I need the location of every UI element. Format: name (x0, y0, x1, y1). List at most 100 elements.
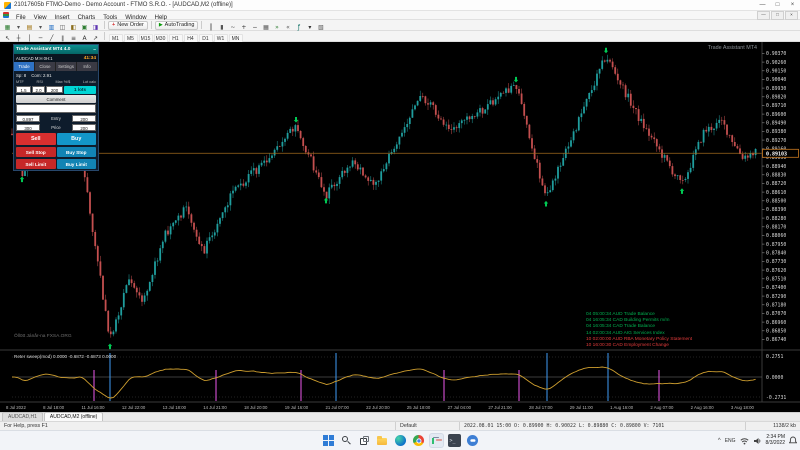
time-label: 22 Jul 20:00 (366, 405, 389, 410)
wifi-icon[interactable] (740, 432, 749, 450)
sell-limit-button[interactable]: Sell Limit (16, 159, 56, 169)
panel-tab-settings[interactable]: Settings (56, 62, 77, 71)
svg-text:0.0000: 0.0000 (766, 375, 783, 381)
status-help-text: For Help, press F1 (0, 422, 396, 430)
commission-value: Com: 2.91 (31, 73, 51, 78)
taskbar-browser-icon[interactable] (412, 435, 423, 446)
time-label: 21 Jul 07:00 (325, 405, 348, 410)
child-restore-button[interactable]: □ (771, 11, 784, 20)
svg-text:0.88830: 0.88830 (766, 173, 786, 179)
svg-text:0.90150: 0.90150 (766, 69, 786, 75)
close-button[interactable]: × (785, 0, 800, 10)
child-window-controls: — □ × (756, 11, 798, 20)
chart-tab-audcad-h1[interactable]: AUDCAD,H1 (2, 412, 43, 421)
time-label: 27 Jul 04:00 (448, 405, 471, 410)
svg-text:0.88060: 0.88060 (766, 233, 786, 239)
risk-ratio-input[interactable]: 2.0 (32, 86, 45, 93)
svg-text:0.90370: 0.90370 (766, 51, 786, 57)
spread-value: Sp: 8 (16, 73, 26, 78)
svg-text:0.88280: 0.88280 (766, 216, 786, 222)
buy-stop-button[interactable]: Buy Stop (57, 147, 97, 157)
panel-minimize-icon[interactable]: – (93, 47, 96, 53)
chart-area[interactable]: 0.903700.902600.901500.900400.899300.898… (0, 42, 800, 412)
svg-text:0.87400: 0.87400 (766, 285, 786, 291)
hidden-icons-chevron[interactable]: ^ (718, 438, 721, 444)
stop-loss-input[interactable]: 0.897 (16, 115, 40, 122)
risk-points-input[interactable]: 200 (46, 86, 63, 93)
limit-buttons-row: Sell Limit Buy Limit (14, 158, 98, 170)
risk-percent-input[interactable]: 1.5 (16, 86, 31, 93)
clock-date: 8/3/2022 (766, 441, 785, 447)
time-axis[interactable]: 8 Jul 20228 Jul 18:0011 Jul 16:0012 Jul … (0, 403, 760, 412)
svg-text:0.89930: 0.89930 (766, 86, 786, 92)
svg-text:0.87510: 0.87510 (766, 277, 786, 283)
take-profit-input[interactable]: 300 (16, 124, 40, 131)
entry-input[interactable]: 200 (72, 115, 96, 122)
news-event: 10 16:00:30 CAD Employment Change (586, 343, 692, 349)
panel-title: Trade Assistant MT4 4.0 (16, 47, 70, 52)
taskbar-chat-icon[interactable] (466, 435, 477, 446)
svg-text:0.89270: 0.89270 (766, 138, 786, 144)
sell-stop-button[interactable]: Sell Stop (16, 147, 56, 157)
time-label: 3 Aug 18:00 (731, 405, 754, 410)
taskbar-edge-icon[interactable] (394, 435, 405, 446)
taskbar-mt4-icon[interactable] (430, 434, 443, 447)
time-label: 28 Jul 17:00 (529, 405, 552, 410)
maximize-button[interactable]: □ (770, 0, 785, 10)
lot-calc-label: Lot calc (83, 80, 96, 84)
toolbar-separator (104, 32, 105, 40)
panel-risk-inputs: 1.5 2.0 200 1 lots (14, 85, 98, 94)
taskbar-explorer-icon[interactable] (376, 434, 389, 447)
svg-text:0.89710: 0.89710 (766, 103, 786, 109)
stop-buttons-row: Sell Stop Buy Stop (14, 146, 98, 158)
language-indicator[interactable]: ENG (725, 438, 736, 444)
status-quote: 2022.08.01 15:00 O: 0.89900 H: 0.90022 L… (460, 422, 746, 430)
taskbar-terminal-icon[interactable] (448, 434, 461, 447)
status-profile[interactable]: Default (396, 422, 460, 430)
panel-tab-trade[interactable]: Trade (14, 62, 35, 71)
svg-text:0.88170: 0.88170 (766, 225, 786, 231)
svg-text:0.88940: 0.88940 (766, 164, 786, 170)
time-label: 8 Jul 18:00 (43, 405, 64, 410)
minimize-button[interactable]: — (755, 0, 770, 10)
chart-tab-audcad-m2[interactable]: AUDCAD,M2 (offline) (44, 412, 103, 421)
time-label: 2 Aug 07:00 (650, 405, 673, 410)
price-input[interactable]: 200 (72, 124, 96, 131)
taskbar-search-icon[interactable] (340, 434, 353, 447)
time-label: 13 Jul 18:00 (163, 405, 186, 410)
tp-price-row: 300 Price 200 (14, 123, 98, 132)
time-label: 18 Jul 20:00 (244, 405, 267, 410)
line-studies-toolbar: ↖┼│─╱∥≡A↗ M1M5M15M30H1H4D1W1MN (0, 31, 800, 42)
sell-button[interactable]: Sell (16, 133, 56, 145)
svg-text:0.87070: 0.87070 (766, 311, 786, 317)
entry-label: Entry (41, 116, 71, 121)
mtf-label: MTF (16, 80, 24, 84)
time-label: 1 Aug 16:00 (610, 405, 633, 410)
windows-taskbar: ^ ENG 2:34 PM 8/3/2022 (0, 430, 800, 450)
buy-limit-button[interactable]: Buy Limit (57, 159, 97, 169)
svg-text:0.90040: 0.90040 (766, 77, 786, 83)
taskbar-start-icon[interactable] (322, 434, 335, 447)
time-label: 2 Aug 16:00 (691, 405, 714, 410)
notifications-bell-icon[interactable] (789, 432, 797, 450)
comment-button[interactable]: Comment (16, 95, 96, 103)
svg-text:0.89380: 0.89380 (766, 129, 786, 135)
panel-tab-info[interactable]: Info (77, 62, 98, 71)
buy-button[interactable]: Buy (57, 133, 97, 145)
child-close-button[interactable]: × (785, 11, 798, 20)
volume-icon[interactable] (753, 432, 762, 450)
panel-header[interactable]: Trade Assistant MT4 4.0 – (14, 45, 98, 54)
panel-tab-close[interactable]: Close (35, 62, 56, 71)
taskbar-taskview-icon[interactable] (358, 434, 371, 447)
svg-text:0.89820: 0.89820 (766, 95, 786, 101)
comment-input[interactable] (16, 104, 96, 113)
svg-text:0.88390: 0.88390 (766, 207, 786, 213)
time-label: 12 Jul 22:00 (122, 405, 145, 410)
svg-text:0.86740: 0.86740 (766, 337, 786, 343)
svg-text:0.88720: 0.88720 (766, 181, 786, 187)
lot-size-button[interactable]: 1 lots (64, 86, 96, 94)
child-minimize-button[interactable]: — (757, 11, 770, 20)
taskbar-clock[interactable]: 2:34 PM 8/3/2022 (766, 435, 785, 446)
time-label: 11 Jul 16:00 (81, 405, 104, 410)
svg-text:0.89600: 0.89600 (766, 112, 786, 118)
